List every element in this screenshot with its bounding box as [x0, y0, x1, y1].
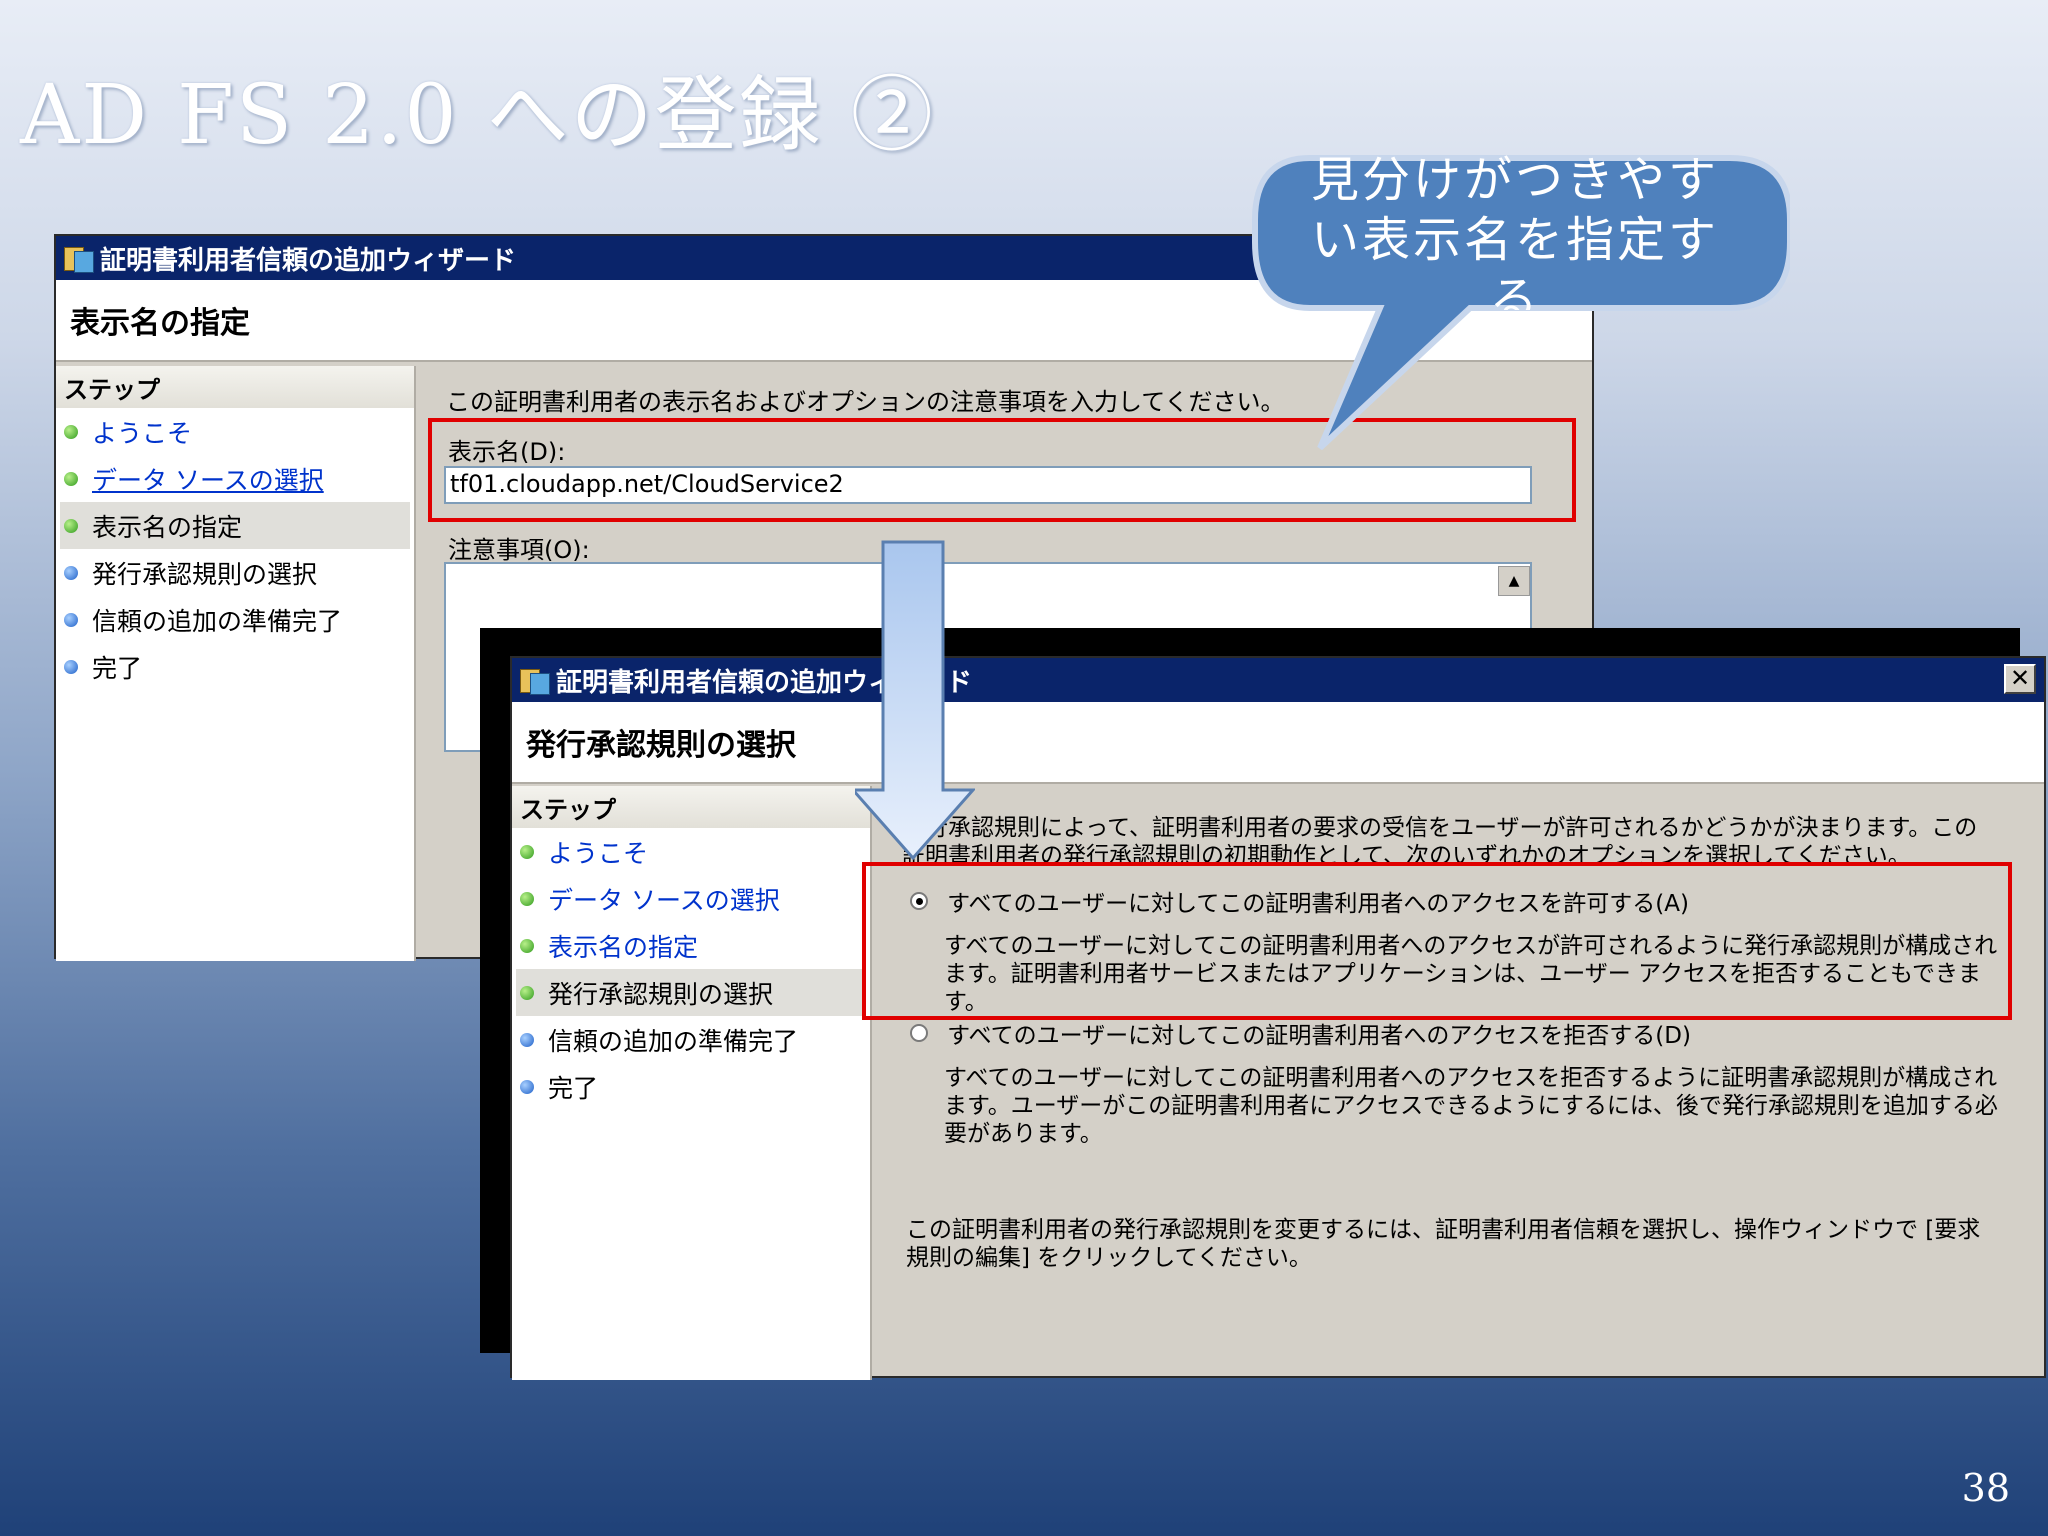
step-welcome[interactable]: ようこそ [512, 828, 870, 875]
wizard-titlebar[interactable]: 証明書利用者信頼の追加ウィザード ✕ [512, 658, 2044, 702]
notes-scroll-up-icon[interactable]: ▲ [1498, 566, 1530, 596]
step-complete-icon [64, 471, 78, 486]
down-arrow-icon [855, 540, 975, 860]
radio-deny[interactable] [910, 1024, 928, 1042]
wizard-title: 証明書利用者信頼の追加ウィザード [100, 245, 517, 276]
callout-text: 見分けがつきやすい表示名を指定する [1310, 152, 1719, 310]
footer-note: この証明書利用者の発行承認規則を変更するには、証明書利用者信頼を選択し、操作ウィ… [906, 1217, 1981, 1271]
option-deny[interactable]: すべてのユーザーに対してこの証明書利用者へのアクセスを拒否する(D) [910, 1016, 2000, 1050]
step-issuance-rules: 発行承認規則の選択 [516, 969, 866, 1016]
step-current-icon [64, 518, 78, 533]
wizard-header: 発行承認規則の選択 [512, 702, 2044, 784]
steps-panel: ステップ ようこそ データ ソースの選択 表示名の指定 発行承認規則の選択 信頼… [56, 366, 416, 961]
notes-label: 注意事項(O): [448, 536, 590, 564]
steps-panel: ステップ ようこそ データ ソースの選択 表示名の指定 発行承認規則の選択 信頼… [512, 786, 872, 1380]
wizard-app-icon [64, 243, 94, 273]
instruction-text: この証明書利用者の表示名およびオプションの注意事項を入力してください。 [446, 388, 1285, 416]
step-display-name[interactable]: 表示名の指定 [512, 922, 870, 969]
step-data-source[interactable]: データ ソースの選択 [56, 455, 414, 502]
callout-bubble: 見分けがつきやすい表示名を指定する [1250, 150, 1790, 450]
step-ready: 信頼の追加の準備完了 [512, 1016, 870, 1063]
step-finish: 完了 [56, 643, 414, 690]
permit-option-highlight [862, 862, 2012, 1020]
option-deny-label: すべてのユーザーに対してこの証明書利用者へのアクセスを拒否する(D) [947, 1023, 1691, 1049]
step-display-name: 表示名の指定 [60, 502, 410, 549]
step-current-icon [520, 985, 534, 1000]
steps-heading: ステップ [56, 366, 414, 408]
step-ready: 信頼の追加の準備完了 [56, 596, 414, 643]
step-pending-icon [520, 1032, 534, 1047]
step-pending-icon [520, 1079, 534, 1094]
step-complete-icon [64, 424, 78, 439]
steps-heading: ステップ [512, 786, 870, 828]
close-button[interactable]: ✕ [2004, 664, 2036, 694]
step-pending-icon [64, 659, 78, 674]
option-deny-description: すべてのユーザーに対してこの証明書利用者へのアクセスを拒否するように証明書承認規… [944, 1065, 1998, 1147]
wizard-app-icon [520, 665, 550, 695]
step-pending-icon [64, 565, 78, 580]
step-welcome[interactable]: ようこそ [56, 408, 414, 455]
slide-title: AD FS 2.0 への登録 ② [20, 68, 935, 163]
wizard-window-issuance-rules: 証明書利用者信頼の追加ウィザード ✕ 発行承認規則の選択 ステップ ようこそ デ… [510, 656, 2046, 1380]
step-issuance-rules: 発行承認規則の選択 [56, 549, 414, 596]
step-complete-icon [520, 938, 534, 953]
step-data-source[interactable]: データ ソースの選択 [512, 875, 870, 922]
step-finish: 完了 [512, 1063, 870, 1110]
step-complete-icon [520, 844, 534, 859]
page-number: 38 [1961, 1466, 2010, 1510]
step-pending-icon [64, 612, 78, 627]
step-complete-icon [520, 891, 534, 906]
